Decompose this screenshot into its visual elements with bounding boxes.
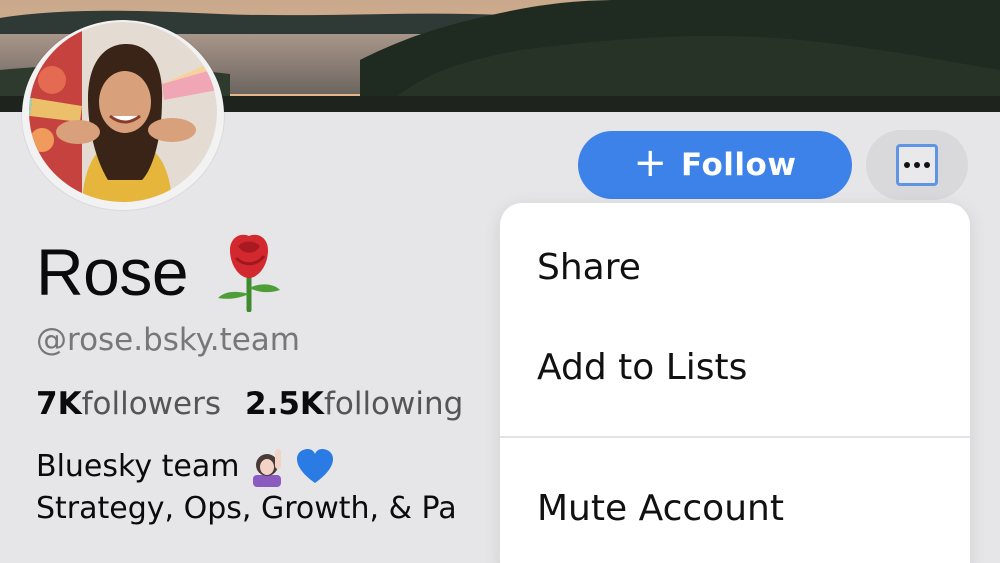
rose-emoji-icon bbox=[216, 232, 282, 312]
followers-count[interactable]: 7K bbox=[36, 386, 82, 422]
bio-text-2: Strategy, Ops, Growth, & Pa bbox=[36, 491, 457, 526]
follow-button[interactable]: + Follow bbox=[578, 131, 852, 199]
more-options-button[interactable] bbox=[866, 130, 968, 200]
avatar[interactable] bbox=[22, 20, 224, 210]
display-name: Rose bbox=[36, 235, 189, 309]
profile-options-menu: Share Add to Lists Mute Account bbox=[500, 203, 970, 563]
follow-label: Follow bbox=[681, 147, 797, 183]
bio-line-1: Bluesky team bbox=[36, 446, 457, 488]
menu-item-mute-account[interactable]: Mute Account bbox=[537, 488, 784, 529]
menu-item-share[interactable]: Share bbox=[537, 247, 641, 288]
bio-line-2: Strategy, Ops, Growth, & Pa bbox=[36, 488, 457, 530]
bio-text-1: Bluesky team bbox=[36, 449, 240, 484]
plus-icon: + bbox=[633, 140, 668, 186]
display-name-row: Rose bbox=[36, 232, 282, 312]
menu-item-add-to-lists[interactable]: Add to Lists bbox=[537, 347, 747, 388]
followers-label[interactable]: followers bbox=[82, 386, 221, 422]
profile-screen: + Follow Rose @rose.bsky.team 7Kfollower… bbox=[0, 0, 1000, 563]
handle: @rose.bsky.team bbox=[36, 322, 300, 358]
ellipsis-icon bbox=[896, 144, 938, 186]
bio: Bluesky team Strategy, Ops, Growth, & Pa bbox=[36, 446, 457, 530]
following-count[interactable]: 2.5K bbox=[245, 386, 324, 422]
profile-stats: 7Kfollowers 2.5Kfollowing bbox=[36, 386, 463, 422]
following-label[interactable]: following bbox=[324, 386, 463, 422]
blue-heart-emoji-icon bbox=[295, 447, 335, 487]
person-raising-hand-emoji-icon bbox=[247, 447, 287, 487]
menu-divider bbox=[500, 436, 970, 438]
